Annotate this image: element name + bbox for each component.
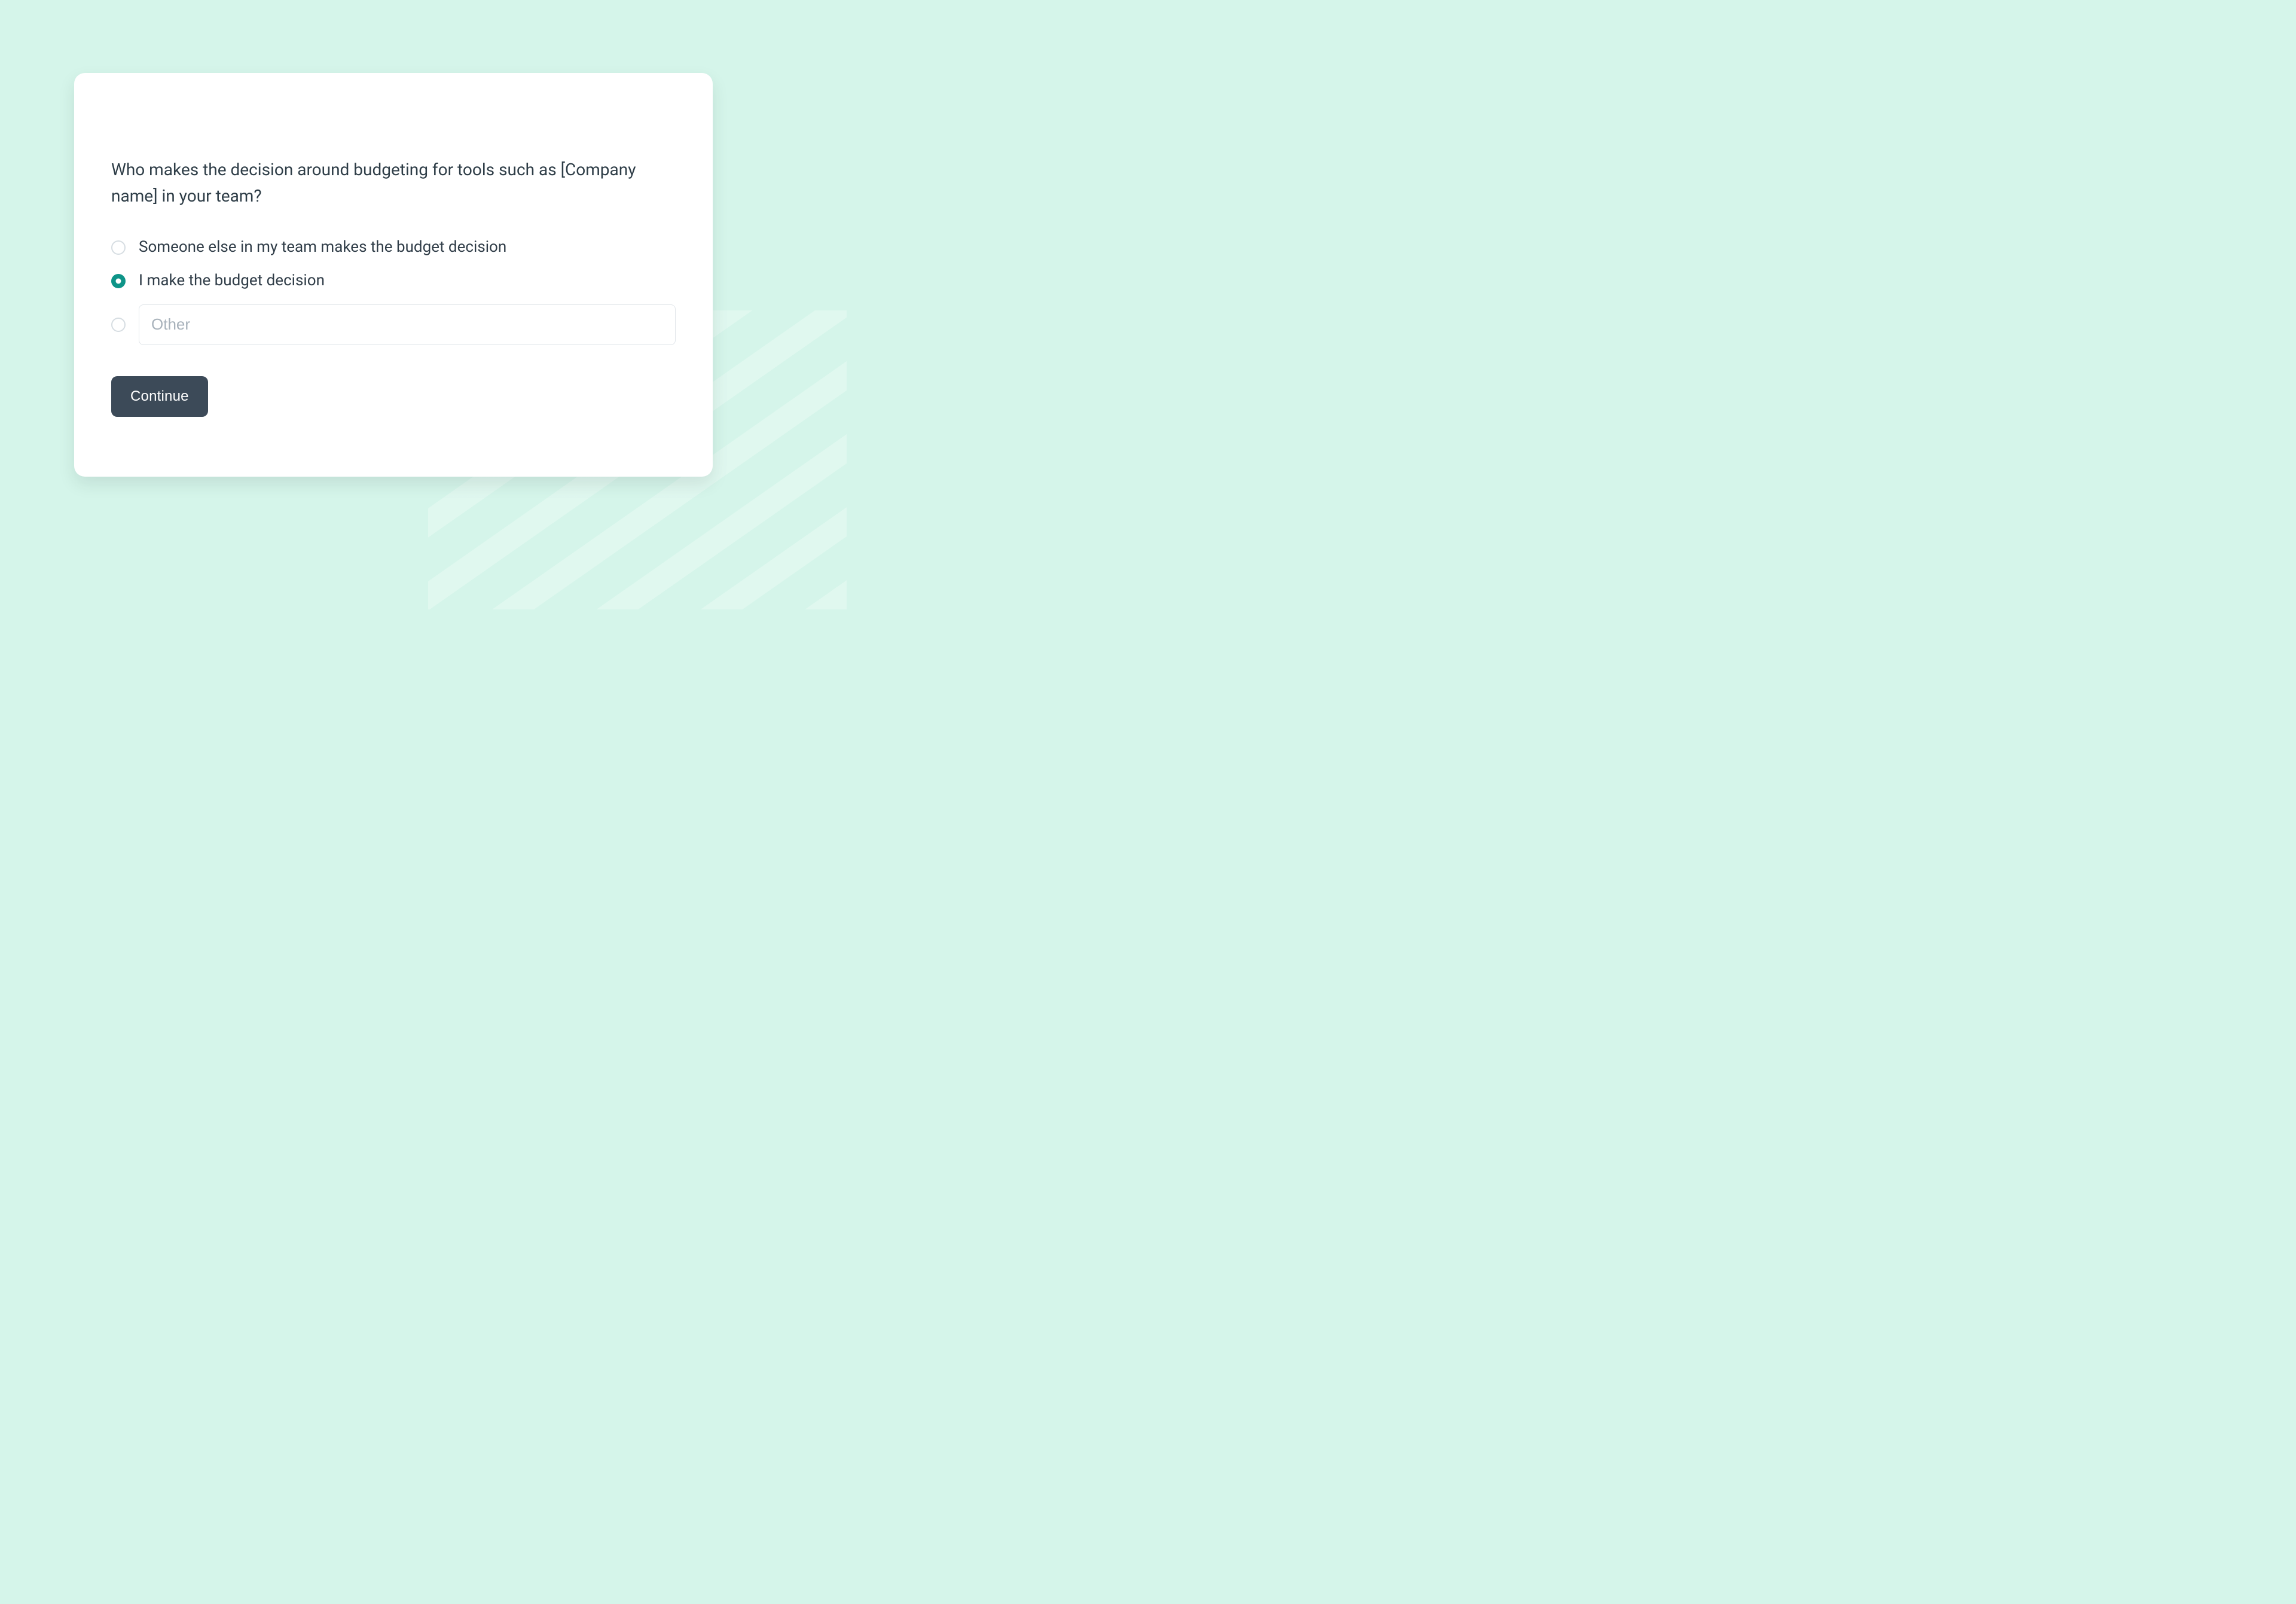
radio-selected-icon[interactable] <box>111 274 126 288</box>
radio-icon[interactable] <box>111 240 126 255</box>
option-label: Someone else in my team makes the budget… <box>139 237 506 258</box>
survey-options: Someone else in my team makes the budget… <box>111 237 676 345</box>
continue-button[interactable]: Continue <box>111 376 208 417</box>
other-input-wrap <box>139 304 676 345</box>
option-label: I make the budget decision <box>139 271 325 291</box>
survey-card: Who makes the decision around budgeting … <box>74 73 713 476</box>
other-text-input[interactable] <box>139 304 676 345</box>
survey-question: Who makes the decision around budgeting … <box>111 157 649 209</box>
option-row-i-make[interactable]: I make the budget decision <box>111 271 676 291</box>
radio-icon[interactable] <box>111 318 126 332</box>
option-row-other[interactable] <box>111 304 676 345</box>
option-row-someone-else[interactable]: Someone else in my team makes the budget… <box>111 237 676 258</box>
